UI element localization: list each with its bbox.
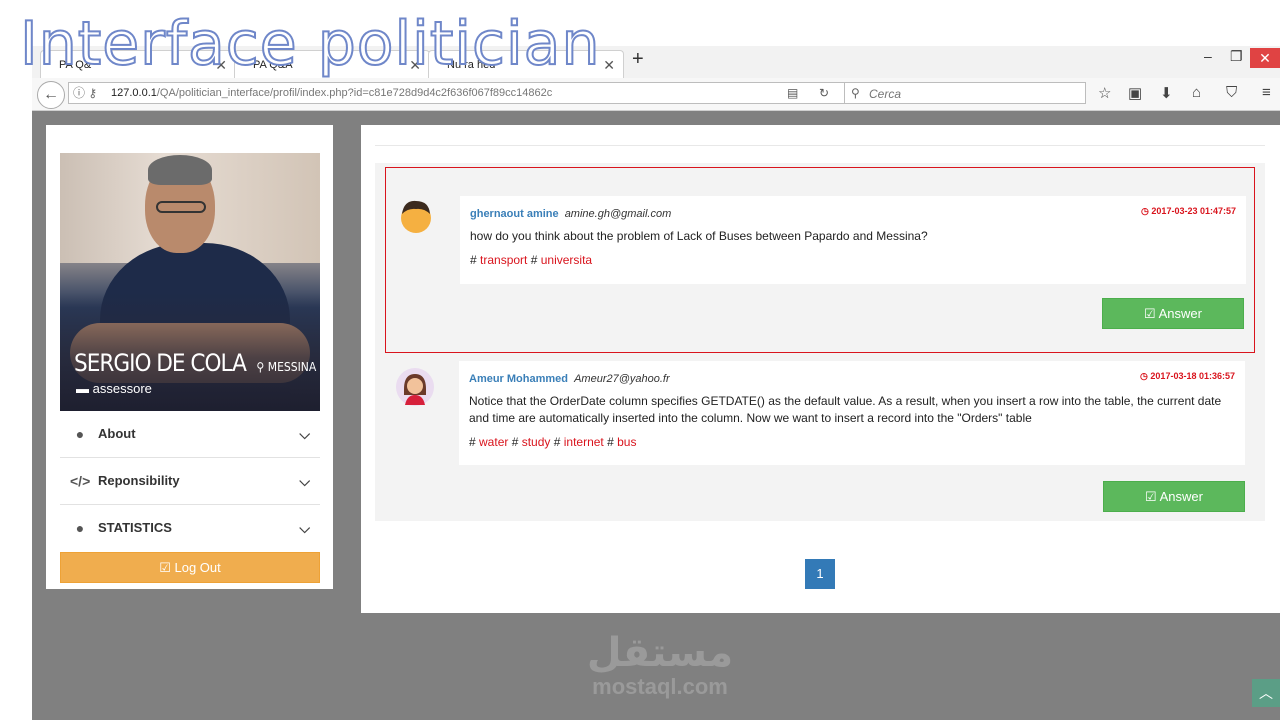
profile-role-line: ▬ assessore	[76, 381, 152, 396]
answer-label: Answer	[1159, 489, 1203, 504]
menu-item-about[interactable]: ● About ⌵	[60, 411, 320, 458]
url-text: 127.0.0.1/QA/politician_interface/profil…	[111, 83, 552, 103]
map-marker-icon: ⚲	[256, 360, 265, 374]
logout-label: Log Out	[174, 560, 221, 575]
browser-nav-bar: ← ⓘ ⚷ 127.0.0.1/QA/politician_interface/…	[32, 78, 1280, 111]
question-email: amine.gh@gmail.com	[564, 208, 672, 220]
back-arrow-icon[interactable]: ←	[37, 81, 65, 109]
chevron-down-icon: ⌵	[299, 473, 310, 489]
question-author[interactable]: ghernaout amine	[470, 208, 559, 220]
menu-icon[interactable]: ≡	[1262, 84, 1271, 101]
question-text: Notice that the OrderDate column specifi…	[469, 394, 1222, 425]
minimize-icon[interactable]: –	[1204, 48, 1212, 64]
question-author[interactable]: Ameur Mohammed	[469, 373, 568, 385]
window-close-icon[interactable]: ✕	[1250, 48, 1280, 68]
url-bar[interactable]: ⓘ ⚷ 127.0.0.1/QA/politician_interface/pr…	[68, 82, 868, 104]
tag-link[interactable]: transport	[480, 253, 527, 267]
question-item: Ameur Mohammed Ameur27@yahoo.fr ◷ 2017-0…	[385, 361, 1255, 519]
questions-list: ghernaout amine amine.gh@gmail.com ◷ 201…	[375, 163, 1265, 521]
watermark-arabic: مستقل	[586, 630, 734, 676]
user-avatar-icon	[401, 200, 431, 233]
pagination-page-1[interactable]: 1	[805, 559, 835, 589]
search-icon: ⚲	[851, 86, 860, 100]
user-avatar-icon	[396, 368, 434, 406]
pocket-icon[interactable]: ⛉	[1226, 84, 1237, 101]
scroll-to-top-button[interactable]: ︿	[1252, 679, 1280, 707]
menu-item-statistics[interactable]: ● STATISTICS ⌵	[60, 505, 320, 551]
tag-link[interactable]: internet	[564, 435, 604, 449]
answer-button[interactable]: ☑ Answer	[1102, 298, 1244, 329]
reader-view-icon[interactable]: ▤	[787, 83, 798, 103]
answer-button[interactable]: ☑ Answer	[1103, 481, 1245, 512]
clock-icon: ◷	[1140, 371, 1148, 381]
question-date: ◷ 2017-03-23 01:47:57	[1141, 206, 1236, 217]
briefcase-icon: ▬	[76, 381, 89, 396]
menu-item-responsibility[interactable]: </> Reponsibility ⌵	[60, 458, 320, 505]
code-icon: </>	[70, 473, 91, 489]
chevron-down-icon: ⌵	[299, 520, 310, 536]
menu-item-label: About	[98, 426, 136, 441]
bookmarks-list-icon[interactable]: ▣	[1128, 84, 1142, 102]
question-date: ◷ 2017-03-18 01:36:57	[1140, 371, 1235, 382]
menu-item-label: STATISTICS	[98, 520, 172, 535]
answer-label: Answer	[1158, 306, 1202, 321]
profile-city: MESSINA	[267, 360, 317, 374]
globe-icon: ●	[75, 426, 85, 442]
avatar	[396, 196, 436, 236]
tag-link[interactable]: universita	[541, 253, 592, 267]
new-tab-button[interactable]: +	[632, 48, 644, 71]
profile-name: SERGIO DE COLA	[74, 349, 247, 377]
question-tags: # water # study # internet # bus	[469, 435, 637, 449]
url-path: /QA/politician_interface/profil/index.ph…	[156, 87, 553, 99]
bookmark-star-icon[interactable]: ☆	[1098, 84, 1111, 102]
profile-photo: SERGIO DE COLA ⚲ MESSINA ▬ assessore	[60, 153, 320, 411]
tag-link[interactable]: bus	[617, 435, 636, 449]
check-square-icon: ☑	[159, 560, 171, 575]
check-square-icon: ☑	[1144, 306, 1156, 321]
home-icon[interactable]: ⌂	[1192, 84, 1201, 101]
browser-search-box[interactable]: ⚲	[844, 82, 1086, 104]
url-host: 127.0.0.1	[111, 87, 157, 99]
profile-name-line: SERGIO DE COLA ⚲ MESSINA	[74, 349, 316, 377]
restore-icon[interactable]: ❐	[1230, 48, 1243, 65]
question-email: Ameur27@yahoo.fr	[574, 373, 670, 385]
close-icon[interactable]: ✕	[603, 51, 615, 78]
question-content: ghernaout amine amine.gh@gmail.com ◷ 201…	[460, 196, 1246, 284]
question-text: how do you think about the problem of La…	[470, 229, 928, 243]
reload-icon[interactable]: ↻	[819, 83, 829, 103]
question-content: Ameur Mohammed Ameur27@yahoo.fr ◷ 2017-0…	[459, 361, 1245, 465]
search-input[interactable]	[867, 84, 1081, 104]
watermark: مستقل mostaql.com	[560, 631, 760, 699]
tag-link[interactable]: study	[522, 435, 551, 449]
globe-icon: ●	[75, 520, 85, 536]
logout-button[interactable]: ☑ Log Out	[60, 552, 320, 583]
check-square-icon: ☑	[1145, 489, 1157, 504]
profile-card: SERGIO DE COLA ⚲ MESSINA ▬ assessore ● A…	[46, 125, 333, 589]
question-date-text: 2017-03-23 01:47:57	[1151, 206, 1236, 216]
tag-link[interactable]: water	[479, 435, 508, 449]
avatar	[395, 367, 435, 407]
question-item: ghernaout amine amine.gh@gmail.com ◷ 201…	[385, 167, 1255, 353]
profile-role: assessore	[92, 381, 152, 396]
chevron-up-icon: ︿	[1259, 685, 1273, 701]
download-icon[interactable]: ⬇	[1160, 84, 1173, 102]
slide-title: Interface politician	[19, 8, 601, 80]
menu-item-label: Reponsibility	[98, 473, 180, 488]
questions-card: ghernaout amine amine.gh@gmail.com ◷ 201…	[361, 125, 1280, 613]
question-date-text: 2017-03-18 01:36:57	[1150, 371, 1235, 381]
question-tags: # transport # universita	[470, 253, 593, 267]
page-area: SERGIO DE COLA ⚲ MESSINA ▬ assessore ● A…	[32, 111, 1280, 720]
watermark-latin: mostaql.com	[592, 674, 728, 699]
site-info-icon[interactable]: ⓘ ⚷	[73, 83, 97, 103]
clock-icon: ◷	[1141, 206, 1149, 216]
chevron-down-icon: ⌵	[299, 426, 310, 442]
